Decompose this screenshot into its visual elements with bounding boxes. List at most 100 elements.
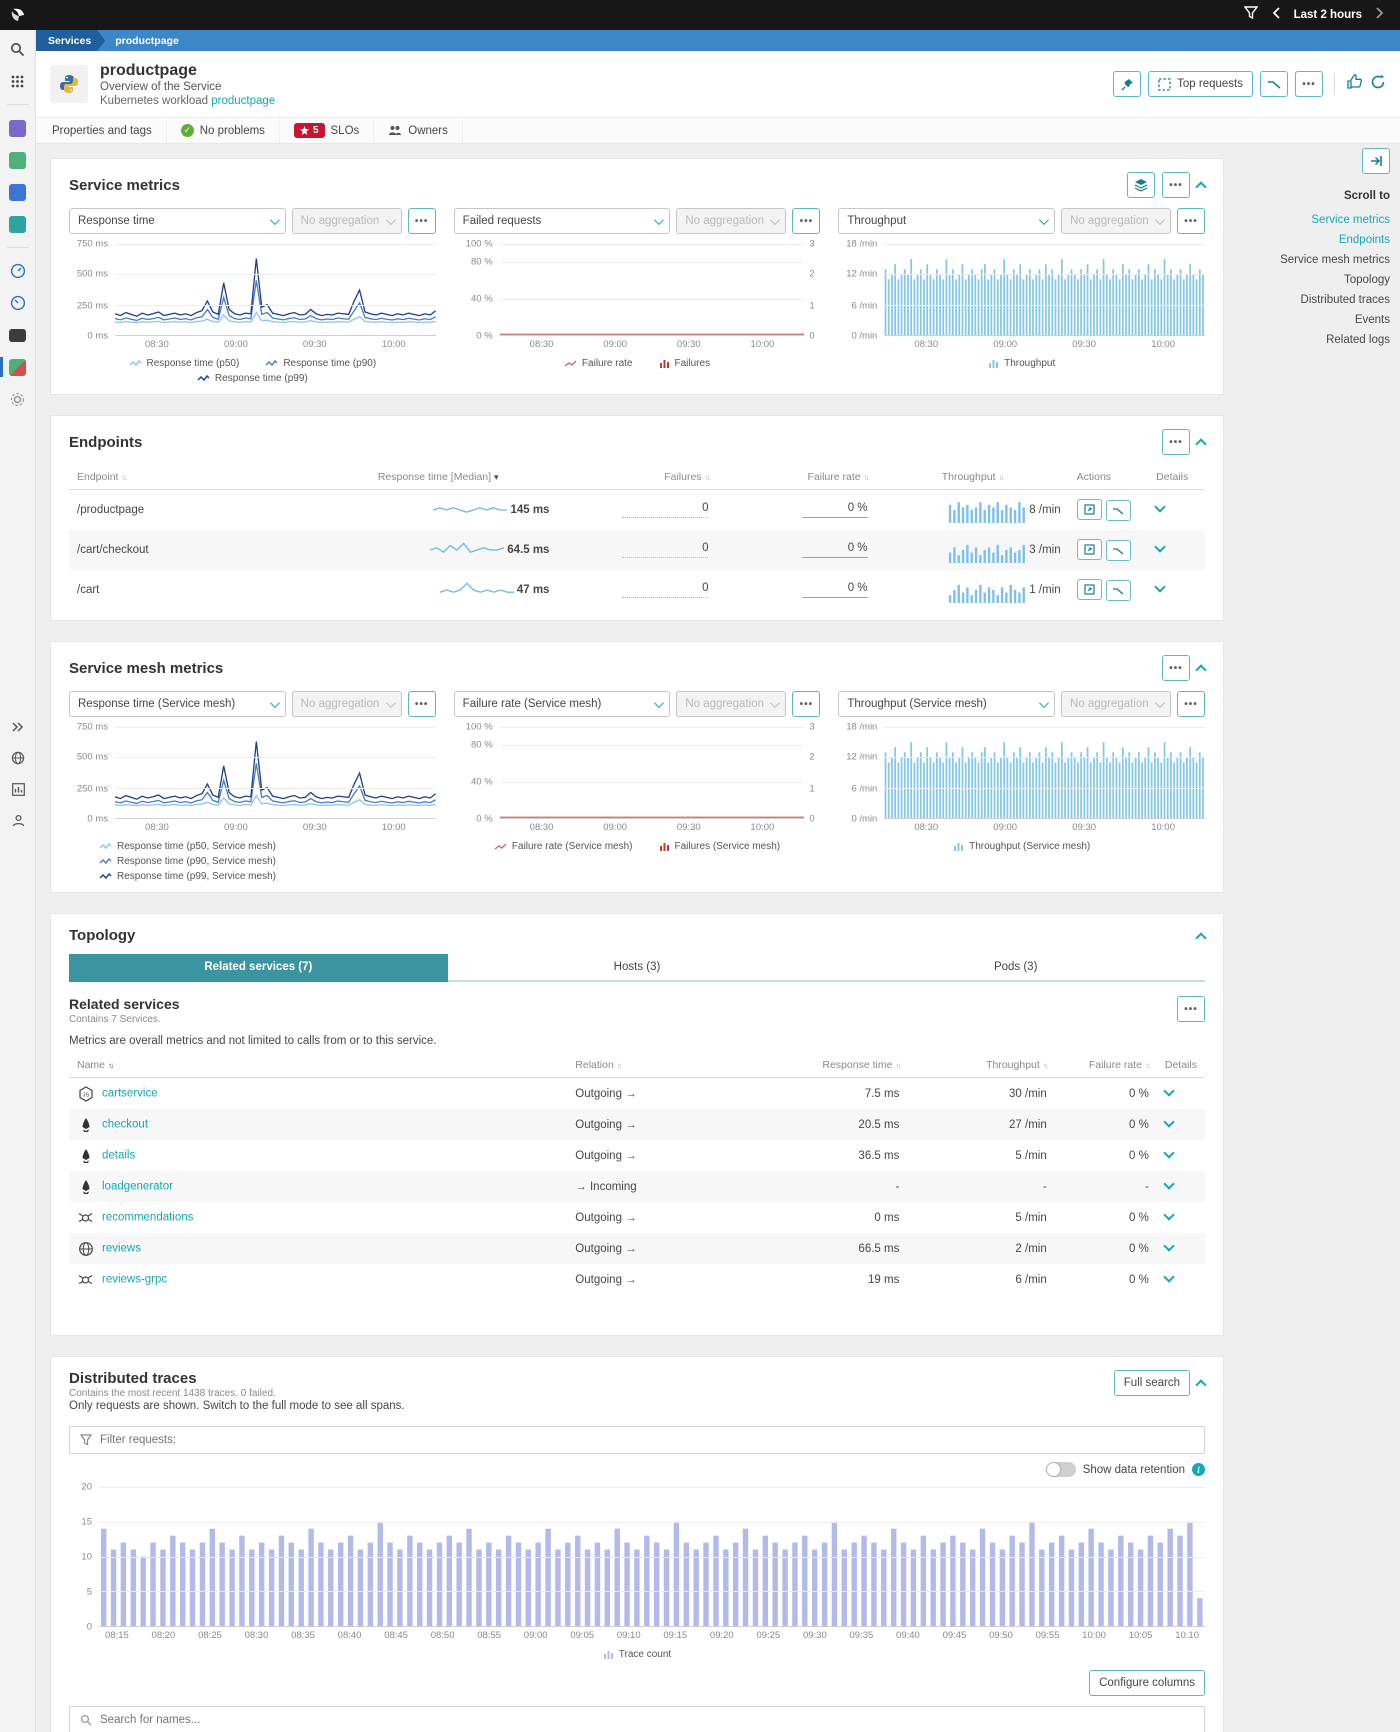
dashboards-icon[interactable] [9, 183, 27, 201]
service-link[interactable]: recommendations [102, 1212, 193, 1224]
col-throughput[interactable]: Throughput ↑↓ [907, 1053, 1054, 1078]
expand-row-icon[interactable] [1163, 1271, 1174, 1282]
tab-hosts[interactable]: Hosts (3) [448, 954, 827, 982]
expand-row-icon[interactable] [1154, 501, 1165, 512]
throughput-chart[interactable] [884, 244, 1205, 336]
gauge-alt-icon[interactable] [9, 294, 27, 312]
chart-more-button[interactable]: ••• [792, 208, 820, 234]
legend-item[interactable]: Failure rate [564, 358, 633, 369]
col-name[interactable]: Name ↑↓ [69, 1053, 567, 1078]
legend-item[interactable]: Failures (Service mesh) [659, 841, 781, 852]
search-icon[interactable] [9, 40, 27, 58]
related-service-row[interactable]: checkoutOutgoing →20.5 ms27 /min0 % [69, 1109, 1205, 1140]
legend-item[interactable]: Response time (p50, Service mesh) [99, 841, 276, 852]
expand-row-icon[interactable] [1163, 1209, 1174, 1220]
related-service-row[interactable]: recommendationsOutgoing →0 ms5 /min0 % [69, 1202, 1205, 1233]
user-icon[interactable] [9, 811, 27, 829]
mesh-response-time-chart[interactable] [115, 727, 436, 819]
scrollto-events[interactable]: Events [1240, 310, 1390, 330]
service-link[interactable]: cartservice [102, 1088, 158, 1100]
endpoint-row[interactable]: /cart/checkout 64.5 ms 0 0 % 3 /min [69, 530, 1205, 570]
scrollto-related-logs[interactable]: Related logs [1240, 330, 1390, 350]
gauge-icon[interactable] [9, 262, 27, 280]
col-response-time[interactable]: Response time ↑↓ [737, 1053, 907, 1078]
chart-more-button[interactable]: ••• [1177, 691, 1205, 717]
tab-properties-and-tags[interactable]: Properties and tags [50, 118, 167, 143]
legend-item[interactable]: Response time (p90, Service mesh) [99, 856, 276, 867]
analyze-hotspots-button[interactable] [1260, 71, 1288, 97]
expand-row-icon[interactable] [1154, 541, 1165, 552]
infrastructure-icon[interactable] [9, 119, 27, 137]
apps-grid-icon[interactable] [9, 72, 27, 90]
trace-filter[interactable] [69, 1426, 1205, 1454]
show-data-retention-toggle[interactable] [1046, 1462, 1076, 1477]
expand-row-icon[interactable] [1163, 1178, 1174, 1189]
timeframe-prev-icon[interactable] [1272, 6, 1280, 24]
mesh-throughput-chart[interactable] [884, 727, 1205, 819]
legend-item[interactable]: Trace count [603, 1649, 671, 1660]
refresh-icon[interactable] [1370, 74, 1386, 95]
tab-pods[interactable]: Pods (3) [826, 954, 1205, 982]
info-icon[interactable]: i [1192, 1463, 1205, 1476]
endpoints-more-button[interactable]: ••• [1162, 429, 1190, 455]
configure-columns-button[interactable]: Configure columns [1089, 1670, 1205, 1696]
related-service-row[interactable]: loadgenerator→ Incoming--- [69, 1171, 1205, 1202]
expand-row-icon[interactable] [1163, 1116, 1174, 1127]
legend-item[interactable]: Throughput [988, 358, 1055, 369]
scrollto-service-metrics[interactable]: Service metrics [1240, 210, 1390, 230]
legend-item[interactable]: Failure rate (Service mesh) [494, 841, 633, 852]
col-failure-rate[interactable]: Failure rate ↑↓ [716, 465, 875, 490]
dynatrace-logo[interactable] [0, 0, 36, 30]
col-throughput[interactable]: Throughput ↑↓ [876, 465, 1069, 490]
trace-count-chart[interactable] [99, 1487, 1205, 1627]
smartscape-icon[interactable] [9, 215, 27, 233]
service-link[interactable]: details [102, 1150, 135, 1162]
legend-item[interactable]: Response time (p50) [129, 358, 240, 369]
related-service-row[interactable]: JScartserviceOutgoing →7.5 ms30 /min0 % [69, 1078, 1205, 1110]
metric-select-response-time[interactable]: Response time [69, 208, 286, 234]
collapse-traces-icon[interactable] [1195, 1379, 1206, 1390]
full-search-button[interactable]: Full search [1114, 1370, 1190, 1396]
related-services-more-button[interactable]: ••• [1177, 996, 1205, 1022]
service-metrics-more-button[interactable]: ••• [1162, 172, 1190, 198]
related-service-row[interactable]: reviews-grpcOutgoing →19 ms6 /min0 % [69, 1264, 1205, 1295]
legend-item[interactable]: Throughput (Service mesh) [953, 841, 1090, 852]
failed-requests-chart[interactable] [500, 244, 805, 336]
scrollto-service-mesh-metrics[interactable]: Service mesh metrics [1240, 250, 1390, 270]
filter-requests-input[interactable] [100, 1434, 1194, 1446]
feedback-icon[interactable] [1346, 73, 1363, 95]
service-mesh-more-button[interactable]: ••• [1162, 655, 1190, 681]
scrollto-distributed-traces[interactable]: Distributed traces [1240, 290, 1390, 310]
related-service-row[interactable]: reviewsOutgoing →66.5 ms2 /min0 % [69, 1233, 1205, 1264]
hosts-monitor-icon[interactable] [9, 326, 27, 344]
top-requests-button[interactable]: Top requests [1148, 71, 1253, 97]
expand-row-icon[interactable] [1163, 1240, 1174, 1251]
related-service-row[interactable]: detailsOutgoing →36.5 ms5 /min0 % [69, 1140, 1205, 1171]
layers-button[interactable] [1127, 172, 1155, 198]
service-link[interactable]: loadgenerator [102, 1181, 173, 1193]
trace-search[interactable] [69, 1706, 1205, 1732]
service-link[interactable]: reviews [102, 1243, 141, 1255]
workload-link[interactable]: productpage [211, 95, 275, 107]
col-failures[interactable]: Failures ↑↓ [557, 465, 716, 490]
expand-row-icon[interactable] [1163, 1085, 1174, 1096]
tab-related-services[interactable]: Related services (7) [69, 954, 448, 982]
search-names-input[interactable] [100, 1714, 1194, 1726]
metric-select-throughput[interactable]: Throughput [838, 208, 1055, 234]
chart-more-button[interactable]: ••• [792, 691, 820, 717]
collapse-rail-button[interactable] [1362, 148, 1390, 174]
kubernetes-icon[interactable] [9, 358, 27, 376]
analyze-endpoint-button[interactable] [1106, 540, 1131, 561]
service-link[interactable]: reviews-grpc [102, 1274, 167, 1286]
col-endpoint[interactable]: Endpoint ↑↓ [69, 465, 319, 490]
settings-icon[interactable] [9, 390, 27, 408]
reports-icon[interactable] [9, 780, 27, 798]
response-time-chart[interactable] [115, 244, 436, 336]
legend-item[interactable]: Response time (p99) [197, 373, 308, 384]
collapse-sidebar-icon[interactable] [9, 718, 27, 736]
tab-slos[interactable]: 5 SLOs [280, 118, 374, 143]
chart-more-button[interactable]: ••• [408, 208, 436, 234]
legend-item[interactable]: Response time (p99, Service mesh) [99, 871, 276, 882]
filter-icon[interactable] [1244, 6, 1258, 24]
breadcrumb-services[interactable]: Services [36, 30, 105, 51]
